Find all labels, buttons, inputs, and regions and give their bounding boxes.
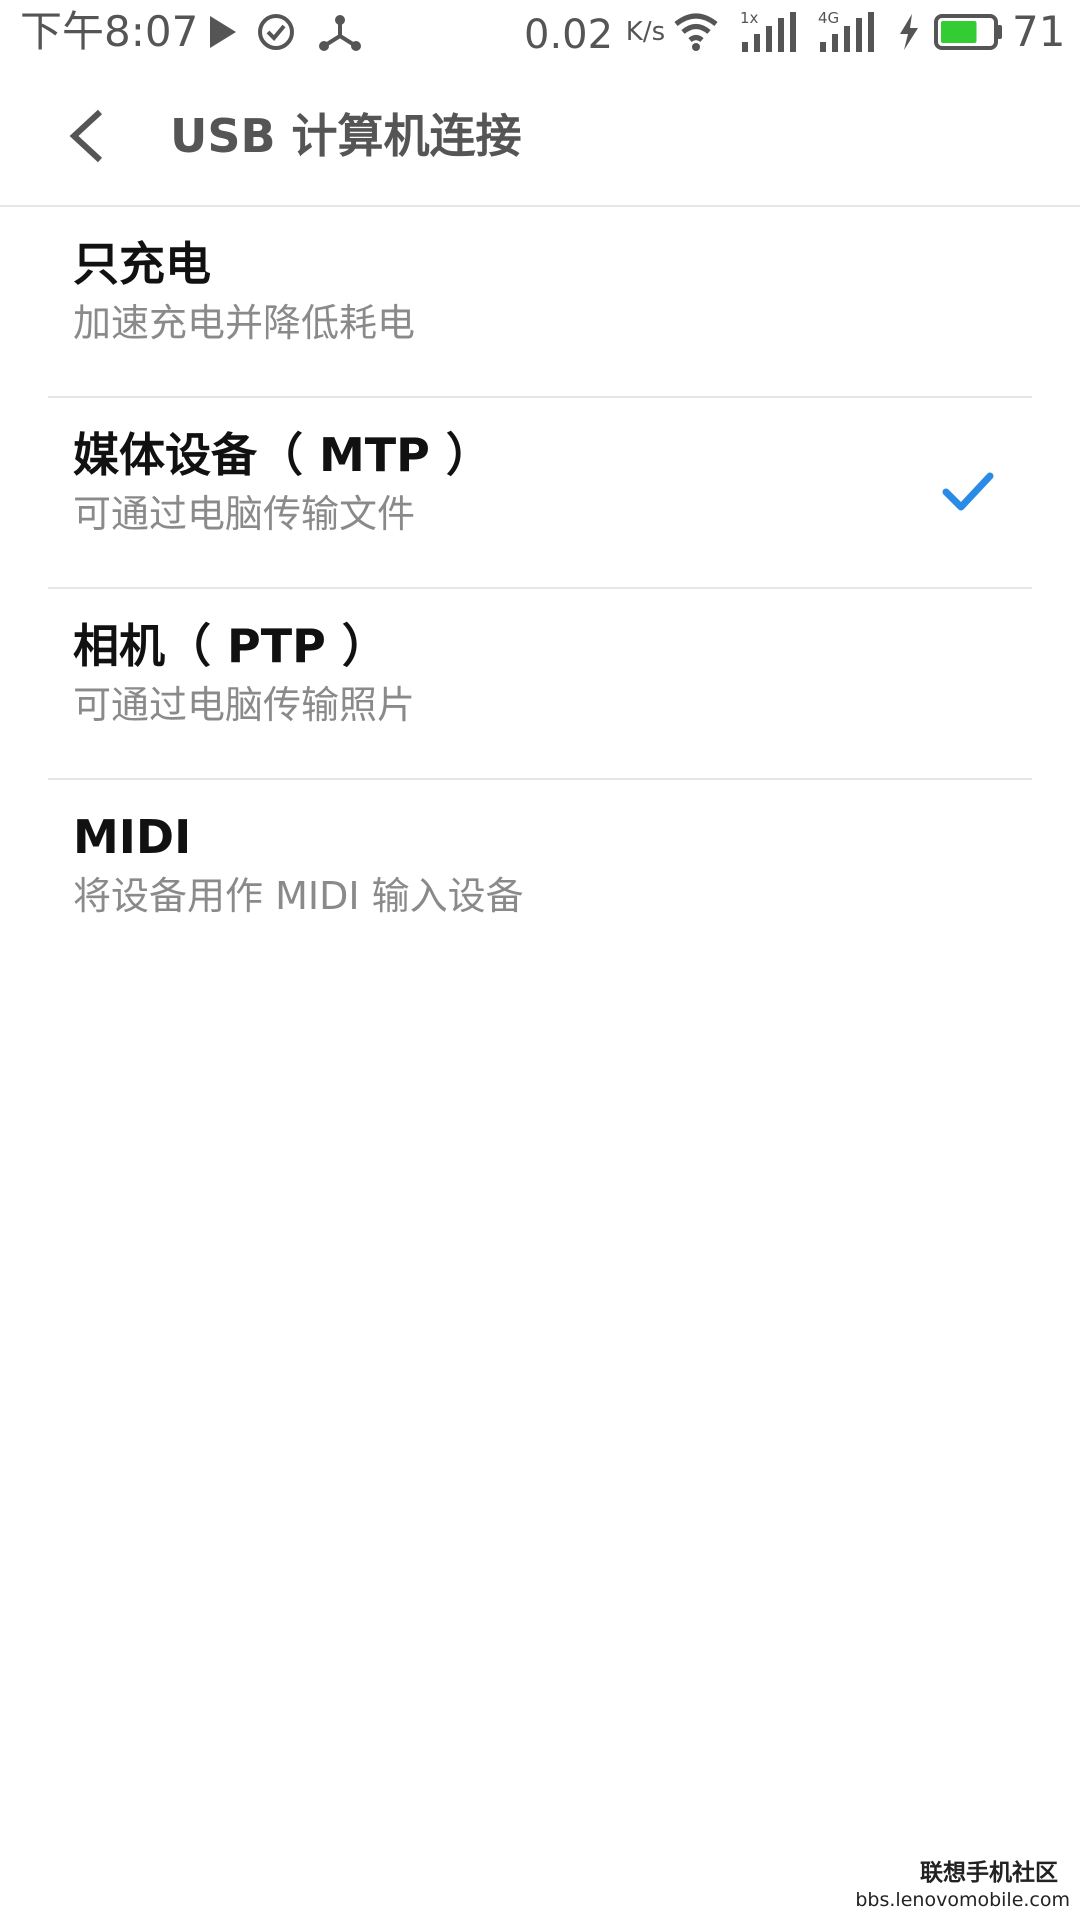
- option-title: 只充电: [73, 237, 211, 291]
- check-circle-icon: [258, 14, 294, 50]
- checkmark-icon: [942, 472, 994, 511]
- battery-percent: 71: [1012, 7, 1066, 56]
- option-charge-only[interactable]: 只充电 加速充电并降低耗电: [48, 207, 1032, 398]
- battery-icon: [934, 14, 1002, 50]
- usb-mode-list: 只充电 加速充电并降低耗电 媒体设备（ MTP ） 可通过电脑传输文件 相机（ …: [0, 207, 1080, 969]
- option-subtitle: 加速充电并降低耗电: [73, 301, 416, 345]
- net-speed: 0.02 K/s: [524, 8, 665, 59]
- play-icon: [210, 16, 236, 48]
- wifi-icon: [674, 13, 718, 51]
- option-camera-ptp[interactable]: 相机（ PTP ） 可通过电脑传输照片: [48, 589, 1032, 780]
- usb-share-icon: [319, 15, 361, 51]
- watermark-title: 联想手机社区: [920, 1860, 1058, 1886]
- option-title: 媒体设备（ MTP ）: [73, 428, 492, 482]
- charging-bolt-icon: [900, 14, 918, 50]
- status-bar: 下午8:07 0.02 K/s 1x 4G 71: [0, 0, 1080, 64]
- option-subtitle: 可通过电脑传输照片: [73, 683, 416, 727]
- option-title: MIDI: [73, 810, 192, 864]
- watermark: 联想手机社区 bbs.lenovomobile.com: [855, 1858, 1070, 1912]
- option-title: 相机（ PTP ）: [73, 619, 388, 673]
- net-speed-unit: K/s: [625, 17, 666, 47]
- signal-1x-icon: 1x: [740, 10, 800, 54]
- option-subtitle: 可通过电脑传输文件: [73, 492, 416, 536]
- status-time: 下午8:07: [20, 7, 199, 56]
- chevron-left-icon: [69, 109, 103, 163]
- signal-4g-icon: 4G: [818, 10, 878, 54]
- net-speed-value: 0.02: [524, 12, 614, 58]
- app-bar: USB 计算机连接: [0, 64, 1080, 207]
- page-title: USB 计算机连接: [170, 109, 522, 163]
- watermark-url: bbs.lenovomobile.com: [855, 1889, 1070, 1911]
- option-media-device-mtp[interactable]: 媒体设备（ MTP ） 可通过电脑传输文件: [48, 398, 1032, 589]
- back-button[interactable]: [60, 104, 120, 168]
- option-subtitle: 将设备用作 MIDI 输入设备: [73, 874, 524, 918]
- option-midi[interactable]: MIDI 将设备用作 MIDI 输入设备: [48, 780, 1032, 969]
